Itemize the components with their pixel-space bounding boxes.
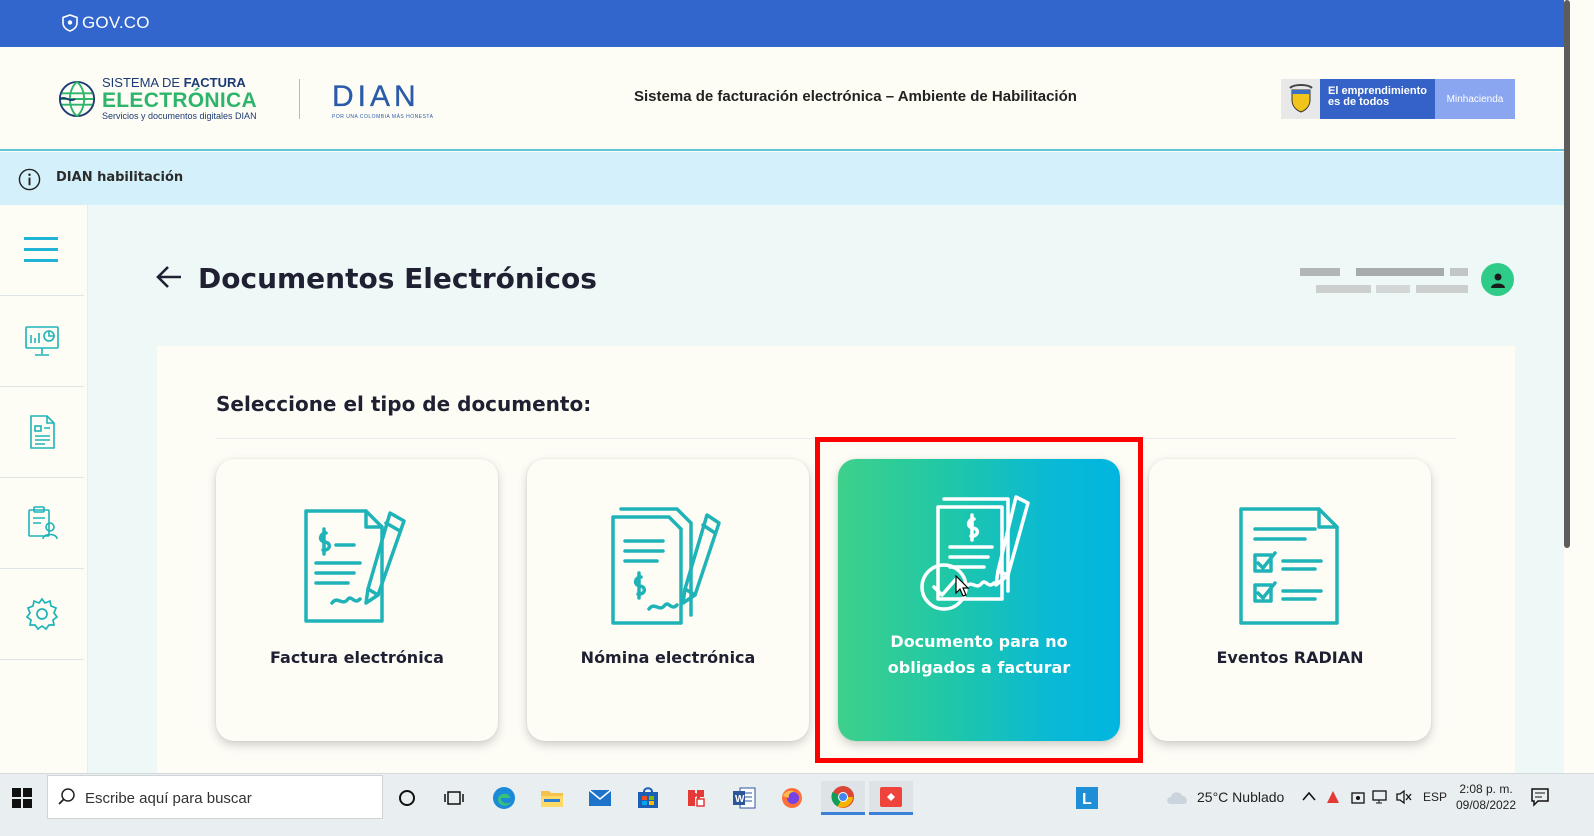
puzzle-app-icon xyxy=(688,790,705,807)
letter-l-app-icon: L xyxy=(1076,787,1098,809)
windows-start-icon[interactable] xyxy=(12,788,32,808)
taskbar-edge[interactable] xyxy=(487,781,521,815)
info-icon xyxy=(18,168,41,191)
environment-label: DIAN habilitación xyxy=(56,170,184,185)
network-icon[interactable] xyxy=(1372,789,1390,805)
clock-date: 09/08/2022 xyxy=(1455,798,1517,812)
svg-text:L: L xyxy=(1082,791,1092,808)
cortana-button[interactable] xyxy=(390,781,424,815)
card-label: Nómina electrónica xyxy=(580,648,756,667)
chrome-icon xyxy=(831,785,854,808)
card-eventos-radian[interactable]: Eventos RADIAN xyxy=(1149,459,1431,741)
dashboard-monitor-icon xyxy=(25,326,59,356)
sidebar-item-reports[interactable] xyxy=(0,478,84,569)
card-nomina-electronica[interactable]: Nómina electrónica xyxy=(527,459,809,741)
cloud-weather-icon xyxy=(1167,792,1187,804)
header-divider xyxy=(299,79,300,119)
app-tray-red-icon[interactable] xyxy=(1325,789,1341,805)
site-header: SISTEMA DE FACTURA ELECTRÓNICA Servicios… xyxy=(0,47,1564,151)
speaker-muted-icon[interactable] xyxy=(1395,789,1413,805)
edge-browser-icon xyxy=(493,787,515,809)
minhacienda-logo[interactable]: El emprendimiento es de todos Minhaciend… xyxy=(1281,79,1515,119)
gear-icon xyxy=(25,597,59,631)
taskbar-file-explorer[interactable] xyxy=(535,781,569,815)
chevron-up-icon[interactable] xyxy=(1302,791,1316,801)
globe-logo-icon xyxy=(58,80,96,117)
gov-co-logo[interactable]: GOV.CO xyxy=(62,13,150,33)
svg-text:W: W xyxy=(735,794,745,805)
payroll-pen-icon xyxy=(611,507,721,625)
shield-icon xyxy=(62,14,78,32)
checklist-icon xyxy=(1239,507,1339,625)
taskbar-firefox[interactable] xyxy=(775,781,809,815)
gov-co-text: GOV.CO xyxy=(82,13,150,32)
environment-info-bar: DIAN habilitación xyxy=(0,152,1564,205)
card-label: Eventos RADIAN xyxy=(1216,648,1364,667)
security-tray-icon[interactable] xyxy=(1350,789,1366,805)
page-title: Documentos Electrónicos xyxy=(198,262,597,295)
dian-slogan: POR UNA COLOMBIA MÁS HONESTA xyxy=(332,114,434,120)
back-arrow-icon[interactable] xyxy=(155,264,183,290)
mail-icon xyxy=(588,789,612,806)
brand-line2: ELECTRÓNICA xyxy=(102,89,257,112)
system-clock[interactable]: 2:08 p. m. 09/08/2022 xyxy=(1450,781,1522,813)
clipboard-user-icon xyxy=(28,506,58,540)
search-icon xyxy=(58,788,75,805)
page-scrollbar-thumb[interactable] xyxy=(1564,0,1570,548)
taskbar-chrome[interactable] xyxy=(821,781,865,815)
user-name-redacted xyxy=(1300,268,1468,276)
cortana-circle-icon xyxy=(399,790,415,806)
selection-highlight-box xyxy=(815,437,1143,763)
ministry-slogan: El emprendimiento es de todos xyxy=(1320,79,1435,119)
sidebar-item-settings[interactable] xyxy=(0,569,84,660)
user-icon xyxy=(1490,273,1505,288)
mouse-pointer-icon xyxy=(955,575,970,597)
weather-text[interactable]: 25°C Nublado xyxy=(1197,789,1284,805)
sidebar-item-dashboard[interactable] xyxy=(0,296,84,387)
sidebar xyxy=(0,205,88,773)
store-bag-icon xyxy=(638,787,658,808)
taskbar-search-placeholder: Escribe aquí para buscar xyxy=(85,790,252,807)
notifications-icon[interactable] xyxy=(1530,787,1550,807)
colombia-coat-of-arms-icon xyxy=(1281,79,1320,119)
header-title: Sistema de facturación electrónica – Amb… xyxy=(634,88,1077,105)
taskbar-app-l[interactable]: L xyxy=(1070,781,1104,815)
taskbar-mail[interactable] xyxy=(583,781,617,815)
clock-time: 2:08 p. m. xyxy=(1459,782,1513,796)
word-icon: W xyxy=(733,787,756,809)
factura-electronica-logo[interactable]: SISTEMA DE FACTURA ELECTRÓNICA Servicios… xyxy=(58,76,257,121)
anydesk-icon xyxy=(880,786,902,807)
brand-line1-b: FACTURA xyxy=(183,75,246,90)
ministry-name: Minhacienda xyxy=(1435,79,1515,119)
user-company-redacted xyxy=(1316,285,1468,293)
firefox-icon xyxy=(782,788,802,808)
sidebar-menu-toggle[interactable] xyxy=(0,205,84,296)
section-title: Seleccione el tipo de documento: xyxy=(216,392,592,416)
card-label: Factura electrónica xyxy=(270,648,444,667)
language-indicator[interactable]: ESP xyxy=(1423,790,1447,804)
invoice-pen-icon xyxy=(304,509,406,623)
taskbar-store[interactable] xyxy=(631,781,665,815)
dian-logo[interactable]: DIAN POR UNA COLOMBIA MÁS HONESTA xyxy=(332,80,434,120)
document-list-icon xyxy=(30,415,55,449)
taskbar-anydesk[interactable] xyxy=(869,781,913,815)
windows-taskbar: Escribe aquí para buscar W L 25°C Nublad… xyxy=(0,773,1594,836)
taskbar-word[interactable]: W xyxy=(727,781,761,815)
folder-icon xyxy=(541,791,563,807)
sidebar-item-documents[interactable] xyxy=(0,387,84,478)
gov-bar: GOV.CO xyxy=(0,0,1564,47)
taskbar-search-box[interactable]: Escribe aquí para buscar xyxy=(47,775,383,819)
brand-line3: Servicios y documentos digitales DIAN xyxy=(102,111,257,121)
hamburger-menu-icon xyxy=(24,237,58,262)
task-view-icon xyxy=(444,791,464,805)
card-factura-electronica[interactable]: Factura electrónica xyxy=(216,459,498,741)
taskbar-app-puzzle[interactable] xyxy=(679,781,713,815)
task-view-button[interactable] xyxy=(437,781,471,815)
user-avatar[interactable] xyxy=(1481,263,1514,296)
brand-line1-a: SISTEMA DE xyxy=(102,75,184,90)
dian-wordmark: DIAN xyxy=(332,80,420,113)
